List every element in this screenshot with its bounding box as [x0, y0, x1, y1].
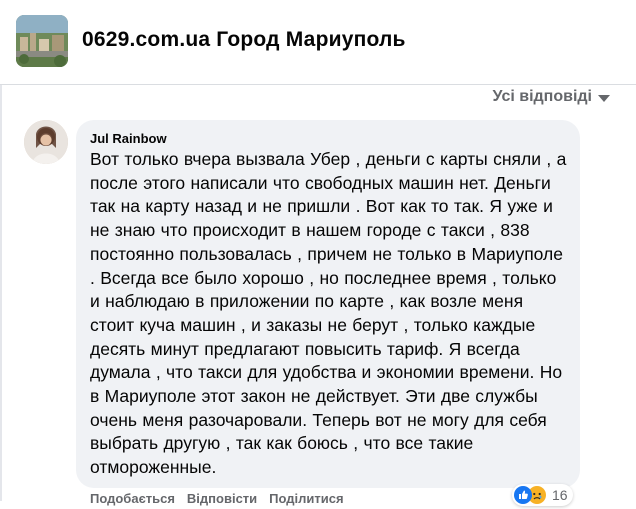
- city-photo-icon[interactable]: [16, 15, 68, 67]
- comment-bubble: Jul Rainbow Вот только вчера вызвала Убе…: [76, 120, 580, 488]
- filter-label: Усі відповіді: [492, 88, 593, 105]
- comment-filter-dropdown[interactable]: Усі відповіді: [492, 88, 610, 106]
- reaction-count: 16: [552, 487, 568, 503]
- like-icon: [514, 486, 532, 504]
- reactions-summary[interactable]: 16: [512, 484, 573, 506]
- page-header: 0629.com.ua Город Мариуполь: [0, 0, 636, 84]
- share-action-button[interactable]: Поділитися: [269, 491, 343, 506]
- caret-down-icon: [598, 94, 610, 102]
- user-avatar-icon[interactable]: [24, 120, 68, 164]
- page-name[interactable]: 0629.com.ua Город Мариуполь: [82, 28, 406, 52]
- comment-text: Вот только вчера вызвала Убер , деньги с…: [90, 149, 567, 478]
- like-action-button[interactable]: Подобається: [90, 491, 175, 506]
- reply-action-button[interactable]: Відповісти: [187, 491, 257, 506]
- comment-author[interactable]: Jul Rainbow: [90, 131, 568, 147]
- header-divider: [0, 84, 636, 85]
- scroll-edge: [0, 85, 2, 501]
- comment-actions: Подобається Відповісти Поділитися: [90, 491, 344, 506]
